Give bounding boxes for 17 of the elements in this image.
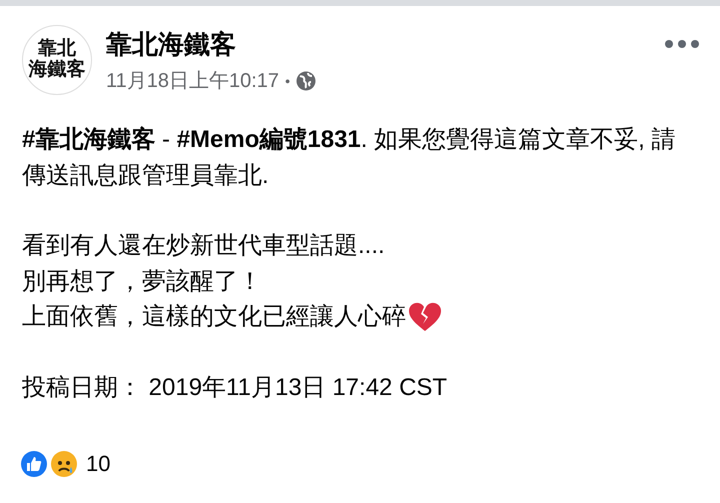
reaction-count[interactable]: 10 [86, 451, 110, 477]
post-text: 投稿日期： 2019年11月13日 17:42 CST [22, 372, 448, 402]
post-text: 看到有人還在炒新世代車型話題.... [22, 231, 385, 261]
avatar-text: 靠北 [38, 39, 76, 60]
author-name[interactable]: 靠北海鐵客 [106, 27, 650, 61]
avatar[interactable]: 靠北 海鐵客 [22, 25, 92, 95]
post-text: #靠北海鐵客 - #Memo編號1831. 如果您覺得這篇文章不妥, 請傳送訊息跟管理員靠北. [22, 125, 676, 190]
post-text: 別再想了，夢該醒了！ [22, 266, 262, 296]
sad-reaction-icon[interactable] [50, 450, 78, 478]
avatar-text: 海鐵客 [28, 60, 86, 81]
globe-icon [296, 70, 316, 90]
post-timestamp[interactable]: 11月18日上午10:17 [106, 67, 280, 94]
post-text: 上面依舊，這樣的文化已經讓人心碎 [22, 302, 406, 332]
like-reaction-icon[interactable] [20, 450, 48, 478]
broken-heart-icon [408, 302, 442, 332]
more-options-icon[interactable] [664, 39, 700, 49]
separator-dot: • [285, 72, 290, 88]
